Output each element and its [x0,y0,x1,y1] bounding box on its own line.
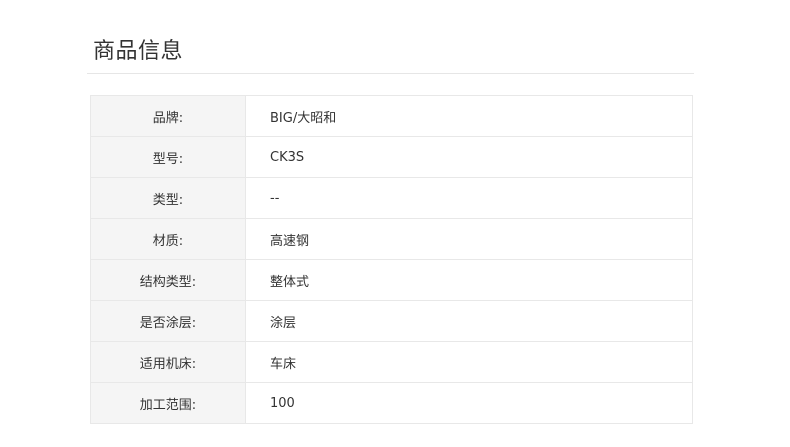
spec-label-coating: 是否涂层: [90,300,246,342]
spec-value-type: -- [245,177,693,219]
table-row: 是否涂层: 涂层 [90,300,693,342]
section-header: 商品信息 [87,0,694,74]
table-row: 结构类型: 整体式 [90,259,693,301]
table-row: 加工范围: 100 [90,382,693,424]
spec-value-model: CK3S [245,136,693,178]
spec-value-material: 高速钢 [245,218,693,260]
spec-label-type: 类型: [90,177,246,219]
table-row: 材质: 高速钢 [90,218,693,260]
spec-value-range: 100 [245,382,693,424]
spec-value-machine: 车床 [245,341,693,383]
spec-value-coating: 涂层 [245,300,693,342]
spec-label-machine: 适用机床: [90,341,246,383]
table-row: 型号: CK3S [90,136,693,178]
product-info-section: 商品信息 [87,0,694,74]
spec-table: 品牌: BIG/大昭和 型号: CK3S 类型: -- 材质: 高速钢 结构类型… [90,95,693,424]
spec-value-structure: 整体式 [245,259,693,301]
spec-label-range: 加工范围: [90,382,246,424]
spec-label-material: 材质: [90,218,246,260]
spec-label-model: 型号: [90,136,246,178]
section-title: 商品信息 [93,39,184,64]
spec-label-structure: 结构类型: [90,259,246,301]
spec-value-brand: BIG/大昭和 [245,95,693,137]
table-row: 适用机床: 车床 [90,341,693,383]
table-row: 类型: -- [90,177,693,219]
table-row: 品牌: BIG/大昭和 [90,95,693,137]
spec-label-brand: 品牌: [90,95,246,137]
